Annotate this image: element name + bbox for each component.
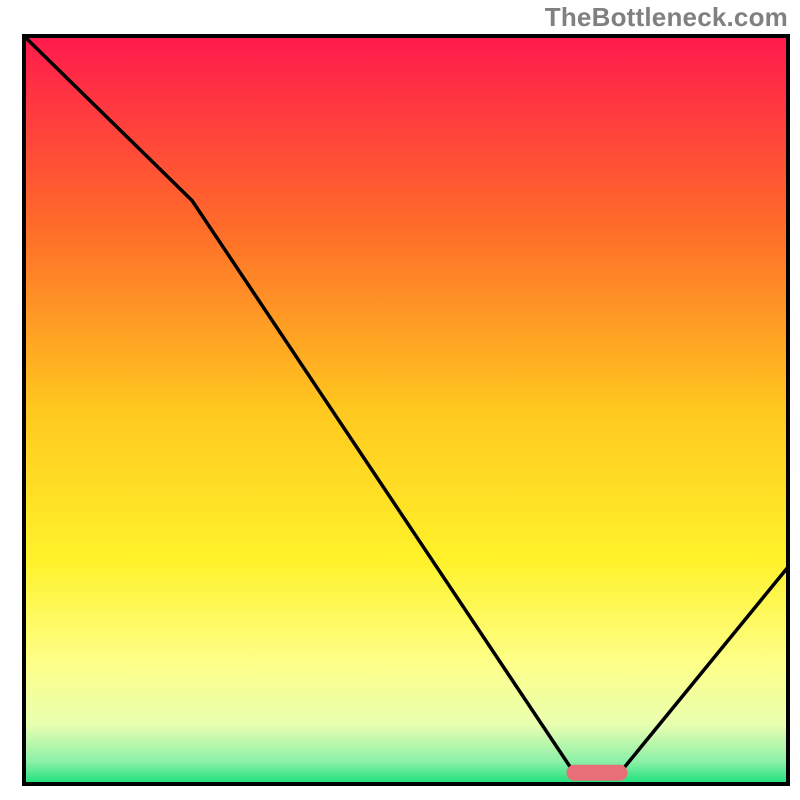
optimal-marker	[566, 765, 627, 781]
watermark-text: TheBottleneck.com	[545, 2, 788, 33]
chart-container: TheBottleneck.com	[0, 0, 800, 800]
bottleneck-chart	[0, 0, 800, 800]
